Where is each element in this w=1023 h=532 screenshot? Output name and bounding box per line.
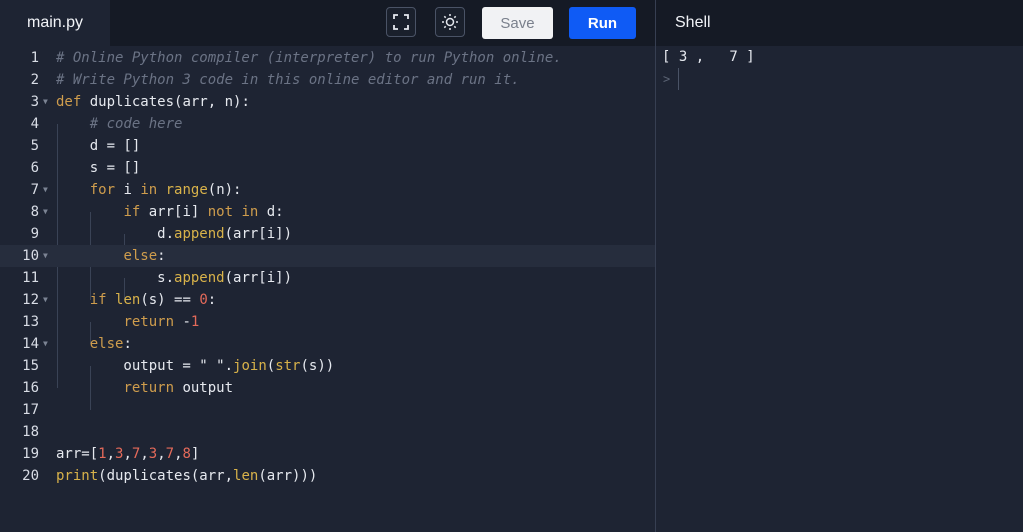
line-number: 15 (22, 358, 39, 374)
code-text: print(duplicates(arr,len(arr))) (56, 468, 318, 484)
code-line: 2 # Write Python 3 code in this online e… (0, 69, 655, 91)
code-text: for i in range(n): (89, 182, 242, 198)
code-line: 7 ▼ for i in range(n): (0, 179, 655, 201)
code-line: 16 return output (0, 377, 655, 399)
code-text: # code here (56, 116, 183, 132)
line-number: 7 (30, 182, 39, 198)
line-number: 4 (30, 116, 39, 132)
line-number: 1 (30, 50, 39, 66)
run-button[interactable]: Run (569, 7, 636, 39)
code-text: return -1 (123, 314, 200, 330)
shell-output: [ 3 , 7 ] (662, 49, 755, 65)
line-number: 17 (22, 402, 39, 418)
fold-arrow-icon[interactable]: ▼ (43, 201, 48, 223)
code-line: 15 output = " ".join(str(s)) (0, 355, 655, 377)
code-text: output = " ".join(str(s)) (56, 358, 335, 374)
code-line: 20 print(duplicates(arr,len(arr))) (0, 465, 655, 487)
shell-cursor[interactable] (678, 68, 679, 90)
code-text: else: (89, 336, 132, 352)
line-number: 11 (22, 270, 39, 286)
line-number: 6 (30, 160, 39, 176)
code-line: 18 (0, 421, 655, 443)
fold-arrow-icon[interactable]: ▼ (43, 179, 48, 201)
fold-arrow-icon[interactable]: ▼ (43, 245, 48, 267)
code-text: s.append(arr[i]) (56, 270, 293, 286)
code-text: arr=[1,3,7,3,7,8] (56, 446, 200, 462)
fold-arrow-icon[interactable]: ▼ (43, 91, 48, 113)
code-line: 12 ▼ if len(s) == 0: (0, 289, 655, 311)
code-line: 3 ▼ def duplicates(arr, n): (0, 91, 655, 113)
fullscreen-icon (393, 14, 409, 30)
line-number: 18 (22, 424, 39, 440)
code-text: if arr[i] not in d: (123, 204, 284, 220)
line-number: 8 (30, 204, 39, 220)
code-text: def duplicates(arr, n): (56, 94, 250, 110)
fold-arrow-icon[interactable]: ▼ (43, 289, 48, 311)
code-line: 17 (0, 399, 655, 421)
line-number: 19 (22, 446, 39, 462)
code-line: 1 # Online Python compiler (interpreter)… (0, 47, 655, 69)
theme-toggle-button[interactable] (435, 7, 465, 37)
tab-shell[interactable]: Shell (675, 0, 711, 46)
tab-main-py[interactable]: main.py (0, 0, 110, 46)
code-line: 4 # code here (0, 113, 655, 135)
line-number: 16 (22, 380, 39, 396)
line-number: 12 (22, 292, 39, 308)
sun-icon (442, 14, 458, 30)
line-number: 10 (22, 248, 39, 264)
top-toolbar: main.py Save Run Shell (0, 0, 1023, 46)
code-text: # Write Python 3 code in this online edi… (56, 72, 520, 88)
line-number: 2 (30, 72, 39, 88)
code-text: s = [] (56, 160, 141, 176)
code-line: 8 ▼ if arr[i] not in d: (0, 201, 655, 223)
save-button[interactable]: Save (482, 7, 553, 39)
code-line: 9 d.append(arr[i]) (0, 223, 655, 245)
code-line-active: 10 ▼ else: (0, 245, 655, 267)
line-number: 5 (30, 138, 39, 154)
code-text: # Online Python compiler (interpreter) t… (56, 50, 562, 66)
code-line: 11 s.append(arr[i]) (0, 267, 655, 289)
code-text: d.append(arr[i]) (56, 226, 293, 242)
pane-divider[interactable] (655, 0, 656, 532)
line-number: 13 (22, 314, 39, 330)
line-number: 9 (30, 226, 39, 242)
shell-prompt: > (663, 72, 671, 86)
code-text: d = [] (56, 138, 141, 154)
fold-arrow-icon[interactable]: ▼ (43, 333, 48, 355)
line-number: 14 (22, 336, 39, 352)
code-line: 19 arr=[1,3,7,3,7,8] (0, 443, 655, 465)
line-number: 3 (30, 94, 39, 110)
code-line: 13 return -1 (0, 311, 655, 333)
code-text: if len(s) == 0: (89, 292, 217, 308)
line-number: 20 (22, 468, 39, 484)
code-text: else: (123, 248, 166, 264)
code-editor[interactable]: 1 # Online Python compiler (interpreter)… (0, 46, 655, 532)
code-line: 14 ▼ else: (0, 333, 655, 355)
code-line: 5 d = [] (0, 135, 655, 157)
code-text: return output (123, 380, 234, 396)
code-line: 6 s = [] (0, 157, 655, 179)
fullscreen-button[interactable] (386, 7, 416, 37)
